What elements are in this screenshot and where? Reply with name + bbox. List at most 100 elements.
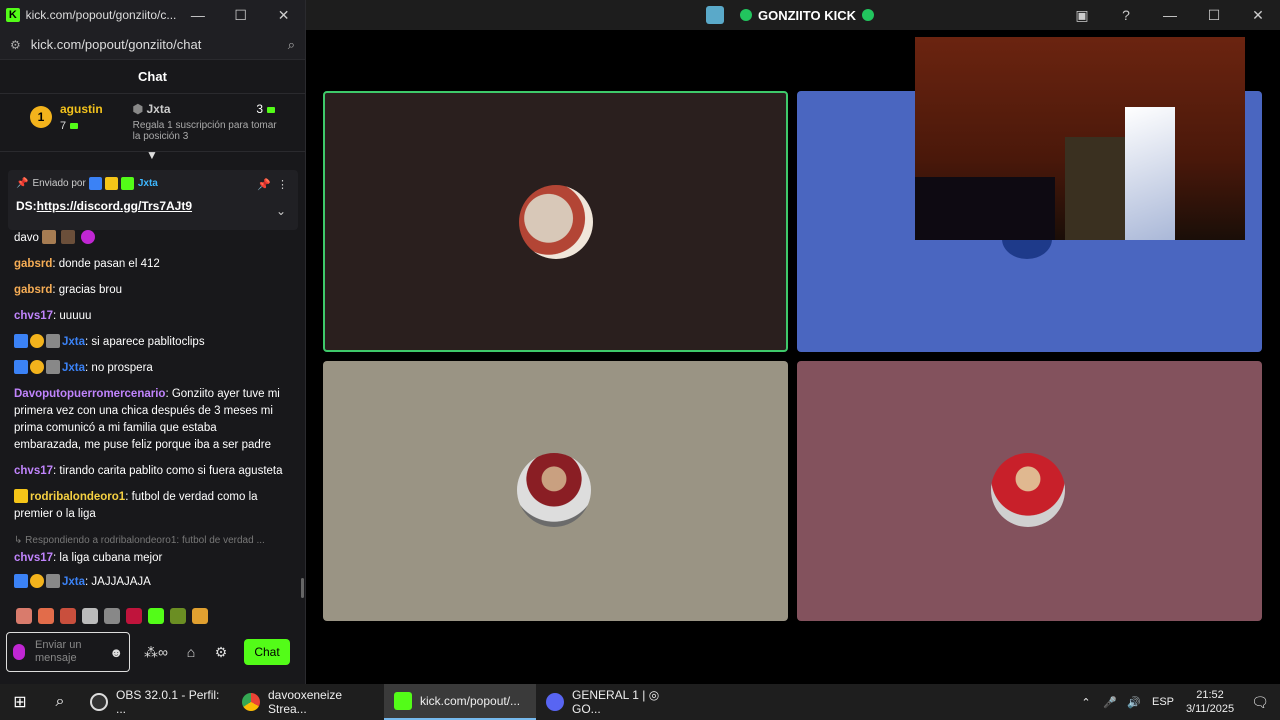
taskbar-app-label: GENERAL 1 | ◎ GO... (572, 688, 660, 716)
settings-gear-icon[interactable]: ⚙ (206, 644, 236, 661)
help-icon[interactable]: ? (1104, 7, 1148, 23)
emote-badge-icon (46, 574, 60, 588)
emote-icon[interactable] (16, 608, 32, 624)
crown-badge-icon (104, 177, 118, 190)
rank-badge-icon (30, 574, 44, 588)
close-icon[interactable]: ✕ (1236, 7, 1280, 24)
maximize-icon[interactable]: ☐ (1192, 7, 1236, 24)
rank-badge-icon (30, 334, 44, 348)
pinned-link[interactable]: https://discord.gg/Trs7AJt9 (37, 199, 192, 213)
moderator-badge-icon (14, 334, 28, 348)
kick-icon (394, 692, 412, 710)
message-text: gracias brou (58, 284, 123, 296)
status-dot-icon (740, 9, 752, 21)
message-user[interactable]: Jxta (62, 576, 85, 588)
system-tray: ⌃ 🎤 🔊 ESP 21:52 3/11/2025 🗨 (1074, 684, 1280, 720)
address-url[interactable]: kick.com/popout/gonziito/chat (31, 37, 288, 52)
message-user[interactable]: Jxta (62, 362, 85, 374)
message-user[interactable]: davo (14, 232, 39, 244)
notifications-icon[interactable]: 🗨 (1240, 694, 1280, 711)
message-user[interactable]: rodribalondeoro1 (30, 491, 125, 503)
collapse-icon[interactable]: ▼ (146, 148, 158, 162)
chat-popout-window: K kick.com/popout/gonziito/c... — ☐ ✕ ⚙ … (0, 0, 306, 684)
message-text: si aparece pablitoclips (91, 336, 205, 348)
chat-scrollbar[interactable] (301, 578, 304, 598)
volume-icon[interactable]: 🔊 (1122, 696, 1146, 709)
chat-message: gabsrd: gracias brou (14, 284, 123, 296)
message-user[interactable]: gabsrd (14, 284, 52, 296)
message-text: la liga cubana mejor (59, 552, 163, 564)
chat-message: davo (14, 230, 286, 247)
microphone-icon[interactable]: 🎤 (1098, 696, 1122, 709)
taskbar-app-chrome[interactable]: davooxeneize Strea... (232, 684, 384, 720)
message-user[interactable]: Jxta (62, 336, 85, 348)
windows-start-icon[interactable]: ⊞ (0, 684, 40, 720)
chevron-down-icon[interactable]: ⌄ (276, 204, 286, 218)
emote-icon[interactable] (38, 608, 54, 624)
chat-input[interactable]: Enviar un mensaje ☻ (6, 632, 130, 672)
message-user[interactable]: chvs17 (14, 465, 53, 477)
clock[interactable]: 21:52 3/11/2025 (1180, 688, 1240, 716)
taskbar-app-discord[interactable]: GENERAL 1 | ◎ GO... (536, 684, 688, 720)
language-indicator[interactable]: ESP (1146, 696, 1180, 708)
site-settings-icon[interactable]: ⚙ (10, 38, 21, 52)
search-icon[interactable]: ⌕ (288, 37, 295, 53)
minimize-icon[interactable]: — (176, 0, 219, 30)
taskbar-app-obs[interactable]: OBS 32.0.1 - Perfil: ... (80, 684, 232, 720)
emote-icon[interactable] (104, 608, 120, 624)
video-tile-speaking[interactable] (323, 91, 788, 352)
unpin-icon[interactable]: 📌 ⋮ (257, 178, 288, 191)
webcam-overlay (915, 37, 1245, 240)
minimize-icon[interactable]: — (1148, 7, 1192, 23)
gift-badge-icon (120, 177, 134, 190)
pinned-user[interactable]: Jxta (138, 178, 158, 189)
leaderboard-hint: Regala 1 suscripción para tomar la posic… (132, 120, 277, 142)
send-chat-button[interactable]: Chat (244, 639, 290, 665)
message-user[interactable]: gabsrd (14, 258, 52, 270)
emote-icon[interactable] (126, 608, 142, 624)
inbox-icon[interactable]: ▣ (1060, 7, 1104, 24)
third-count-value: 3 (256, 102, 263, 116)
taskbar-app-label: kick.com/popout/... (420, 694, 521, 708)
message-user[interactable]: Davoputopuerromercenario (14, 388, 165, 400)
gift-icon (70, 123, 79, 129)
emote-icon[interactable] (82, 608, 98, 624)
pinned-sender: 📌 Enviado por Jxta (16, 177, 290, 190)
webcam-person (915, 177, 1055, 240)
emote-icon[interactable] (170, 608, 186, 624)
message-user[interactable]: chvs17 (14, 310, 53, 322)
webcam-light (1125, 107, 1175, 240)
microphone-icon[interactable] (13, 644, 25, 660)
chevron-up-icon[interactable]: ⌃ (1074, 696, 1098, 709)
search-icon[interactable]: ⌕ (40, 684, 80, 720)
video-tile[interactable] (797, 361, 1262, 621)
reply-text: Respondiendo a rodribalondeoro1: futbol … (25, 535, 265, 546)
leaderboard-first-name[interactable]: agustin (60, 102, 103, 116)
infinity-icon[interactable]: ⁂∞ (136, 644, 176, 661)
second-name-text: Jxta (146, 102, 171, 116)
maximize-icon[interactable]: ☐ (219, 0, 262, 30)
video-tile[interactable] (323, 361, 788, 621)
leaderboard-first-count: 7 (60, 120, 103, 132)
emote-icon[interactable] (60, 608, 76, 624)
chat-message: chvs17: tirando carita pablito como si f… (14, 465, 283, 477)
pinned-prefix: DS: (16, 199, 37, 213)
pin-icon: 📌 (16, 178, 29, 189)
chat-input-placeholder[interactable]: Enviar un mensaje (35, 639, 109, 665)
emoji-icon[interactable]: ☻ (109, 645, 123, 660)
taskbar-app-kick[interactable]: kick.com/popout/... (384, 684, 536, 720)
chat-message: gabsrd: donde pasan el 412 (14, 258, 160, 270)
store-icon[interactable]: ⌂ (176, 644, 206, 660)
message-user[interactable]: chvs17 (14, 552, 53, 564)
pinned-message: 📌 Enviado por Jxta DS:https://discord.gg… (8, 170, 298, 230)
address-bar[interactable]: ⚙ kick.com/popout/gonziito/chat ⌕ (0, 30, 305, 60)
gift-leaderboard: 1 agustin 7 ⬢ Jxta Regala 1 suscripción … (0, 94, 305, 152)
obs-title: GONZIITO KICK (758, 7, 856, 23)
close-icon[interactable]: ✕ (262, 0, 305, 30)
crown-badge-icon (14, 489, 28, 503)
moderator-badge-icon (14, 360, 28, 374)
avatar (517, 453, 591, 527)
emote-icon[interactable] (148, 608, 164, 624)
emote-quickbar (16, 608, 208, 624)
emote-icon[interactable] (192, 608, 208, 624)
